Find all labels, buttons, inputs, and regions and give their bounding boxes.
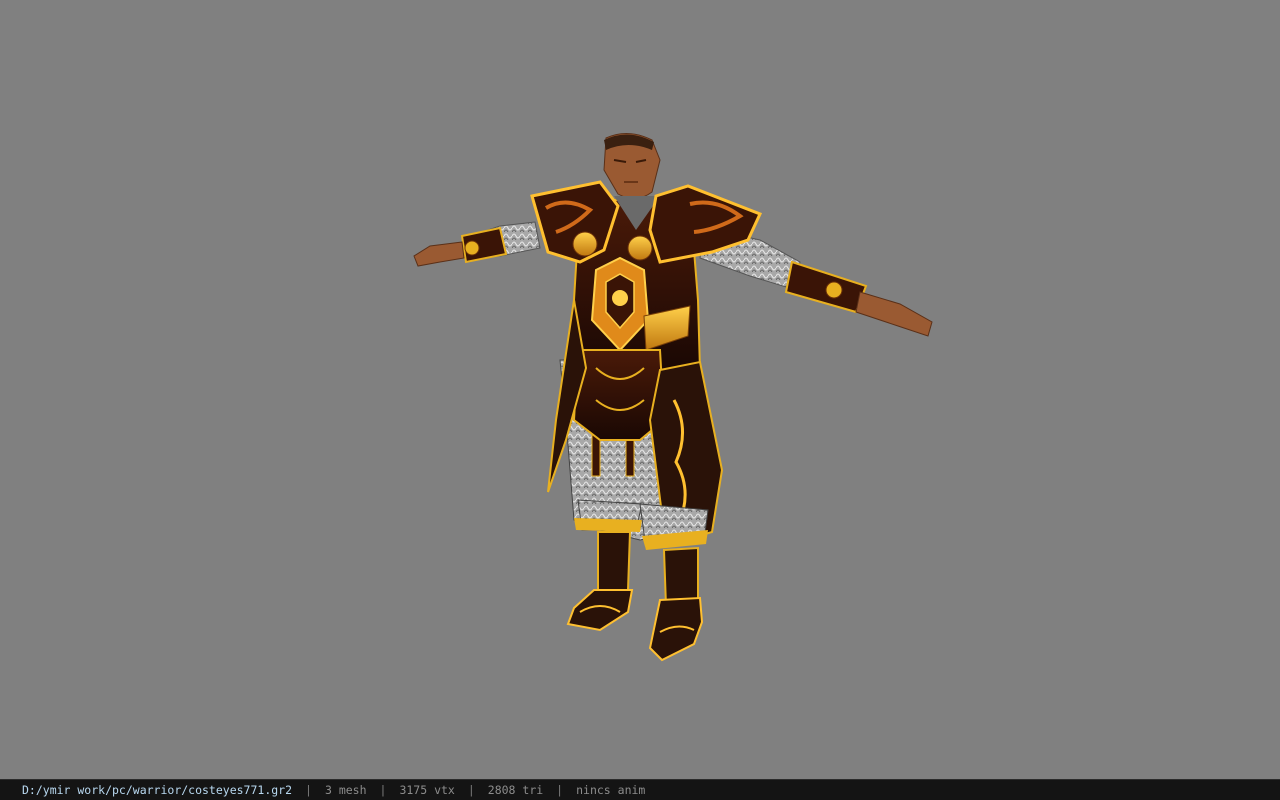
right-leg (639, 503, 709, 662)
3d-viewport[interactable] (0, 0, 1280, 779)
character-model (413, 133, 933, 662)
status-separator: | (305, 783, 312, 797)
left-leg (566, 499, 643, 632)
vertex-count: 3175 vtx (399, 783, 455, 797)
triangle-count: 2808 tri (487, 783, 544, 797)
status-separator: | (379, 783, 387, 797)
mesh-count: 3 mesh (324, 783, 367, 797)
status-separator: | (467, 783, 475, 797)
model-file-path: D:/ymir work/pc/warrior/costeyes771.gr2 (22, 783, 293, 797)
status-separator: | (556, 783, 564, 797)
animation-status: nincs anim (576, 783, 646, 797)
status-bar: D:/ymir work/pc/warrior/costeyes771.gr2 |… (0, 779, 1280, 800)
left-arm (413, 221, 541, 267)
